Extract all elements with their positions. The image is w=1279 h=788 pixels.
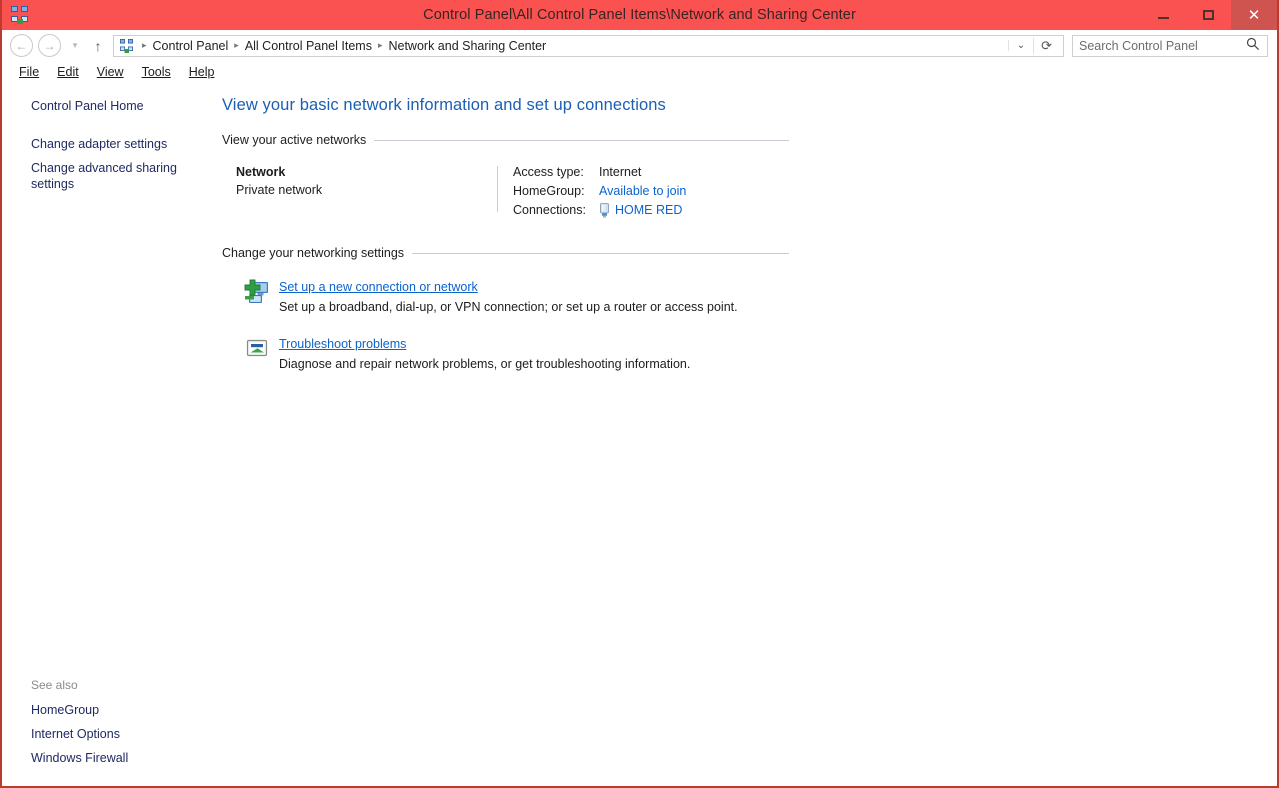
active-networks-heading-label: View your active networks bbox=[222, 133, 367, 147]
homegroup-link[interactable]: Available to join bbox=[599, 182, 686, 201]
network-adapter-icon bbox=[599, 203, 610, 218]
search-icon[interactable] bbox=[1246, 37, 1260, 54]
setting-new-connection: Set up a new connection or network Set u… bbox=[243, 278, 1277, 317]
access-type-label: Access type: bbox=[513, 165, 584, 179]
minimize-button[interactable] bbox=[1141, 0, 1186, 30]
refresh-icon[interactable]: ⟳ bbox=[1033, 37, 1059, 54]
homegroup-label: HomeGroup: bbox=[513, 184, 585, 198]
network-type: Private network bbox=[236, 183, 323, 197]
menu-tools-label: Tools bbox=[141, 64, 171, 79]
title-bar: Control Panel\All Control Panel Items\Ne… bbox=[2, 0, 1277, 30]
sidebar-item-internet-options[interactable]: Internet Options bbox=[2, 722, 177, 746]
explorer-window: Control Panel\All Control Panel Items\Ne… bbox=[0, 0, 1279, 788]
maximize-button[interactable] bbox=[1186, 0, 1231, 30]
networking-settings-heading: Change your networking settings bbox=[222, 246, 789, 260]
breadcrumb-control-panel-icon bbox=[119, 38, 135, 54]
new-connection-icon bbox=[243, 279, 271, 307]
sidebar: Control Panel Home Change adapter settin… bbox=[2, 82, 217, 784]
networking-settings-heading-label: Change your networking settings bbox=[222, 246, 405, 260]
breadcrumb-item-all-control-panel-items[interactable]: All Control Panel Items bbox=[242, 39, 375, 53]
main-panel: View your basic network information and … bbox=[217, 82, 1277, 784]
sidebar-item-control-panel-home[interactable]: Control Panel Home bbox=[2, 96, 177, 116]
breadcrumb-item-control-panel[interactable]: Control Panel bbox=[150, 39, 232, 53]
up-button[interactable]: ↑ bbox=[89, 38, 107, 54]
minimize-icon bbox=[1158, 17, 1169, 19]
see-also-title: See also bbox=[31, 678, 78, 692]
maximize-icon bbox=[1203, 10, 1214, 20]
recent-locations-button[interactable]: ▾ bbox=[67, 40, 83, 51]
menu-view[interactable]: View bbox=[88, 65, 133, 79]
forward-button[interactable]: → bbox=[38, 34, 61, 57]
breadcrumb-item-network-and-sharing-center[interactable]: Network and Sharing Center bbox=[385, 39, 549, 53]
address-bar: ← → ▾ ↑ ▸ Control Panel ▸ All Control Pa… bbox=[2, 30, 1277, 61]
page-title: View your basic network information and … bbox=[222, 96, 666, 114]
search-input[interactable] bbox=[1073, 37, 1246, 54]
active-network-summary[interactable]: Network Private network bbox=[222, 163, 497, 220]
menu-bar: File Edit View Tools Help bbox=[2, 61, 1277, 82]
sidebar-item-homegroup[interactable]: HomeGroup bbox=[2, 698, 177, 722]
content-area: Control Panel Home Change adapter settin… bbox=[2, 82, 1277, 784]
menu-edit[interactable]: Edit bbox=[48, 65, 88, 79]
menu-help[interactable]: Help bbox=[180, 65, 224, 79]
breadcrumb-separator-2[interactable]: ▸ bbox=[375, 40, 386, 51]
active-network-block: Network Private network Access type: Int… bbox=[222, 163, 789, 220]
breadcrumb-separator-0[interactable]: ▸ bbox=[139, 40, 150, 51]
menu-tools[interactable]: Tools bbox=[133, 65, 180, 79]
section-rule bbox=[412, 252, 789, 254]
setting-troubleshoot-texts: Troubleshoot problems Diagnose and repai… bbox=[271, 335, 690, 374]
menu-edit-label: Edit bbox=[57, 64, 79, 79]
sidebar-item-windows-firewall[interactable]: Windows Firewall bbox=[2, 746, 177, 770]
section-rule bbox=[374, 139, 789, 141]
sidebar-item-change-advanced-sharing-settings[interactable]: Change advanced sharing settings bbox=[2, 158, 177, 194]
connections-label: Connections: bbox=[513, 203, 586, 217]
access-type-value: Internet bbox=[599, 165, 642, 179]
breadcrumb[interactable]: ▸ Control Panel ▸ All Control Panel Item… bbox=[113, 34, 1064, 57]
search-box[interactable] bbox=[1072, 34, 1268, 57]
setting-new-connection-texts: Set up a new connection or network Set u… bbox=[271, 278, 738, 317]
control-panel-network-icon bbox=[9, 4, 31, 26]
troubleshoot-problems-link[interactable]: Troubleshoot problems bbox=[279, 335, 406, 353]
setup-new-connection-description: Set up a broadband, dial-up, or VPN conn… bbox=[279, 300, 738, 314]
see-also-section: See also HomeGroup Internet Options Wind… bbox=[2, 678, 217, 770]
active-network-details: Access type: Internet HomeGroup: Availab… bbox=[498, 163, 686, 220]
menu-file-label: File bbox=[19, 64, 40, 79]
menu-view-label: View bbox=[96, 64, 124, 79]
window-title: Control Panel\All Control Panel Items\Ne… bbox=[423, 7, 856, 23]
troubleshoot-problems-description: Diagnose and repair network problems, or… bbox=[279, 357, 691, 371]
connection-link[interactable]: HOME RED bbox=[615, 201, 682, 220]
close-button[interactable]: ✕ bbox=[1231, 0, 1277, 30]
connections-value-wrapper: HOME RED bbox=[599, 201, 686, 220]
menu-help-label: Help bbox=[188, 64, 215, 79]
forward-icon: → bbox=[43, 38, 56, 53]
back-button[interactable]: ← bbox=[10, 34, 33, 57]
active-networks-heading: View your active networks bbox=[222, 133, 789, 147]
troubleshoot-icon bbox=[243, 336, 271, 364]
setting-troubleshoot: Troubleshoot problems Diagnose and repai… bbox=[243, 335, 1277, 374]
network-name: Network bbox=[236, 165, 286, 179]
menu-file[interactable]: File bbox=[10, 65, 48, 79]
chevron-down-icon[interactable]: ⌄ bbox=[1007, 40, 1033, 51]
back-icon: ← bbox=[15, 38, 28, 53]
sidebar-item-change-adapter-settings[interactable]: Change adapter settings bbox=[2, 134, 177, 154]
breadcrumb-separator-1[interactable]: ▸ bbox=[231, 40, 242, 51]
close-icon: ✕ bbox=[1247, 6, 1261, 24]
setup-new-connection-link[interactable]: Set up a new connection or network bbox=[279, 278, 478, 296]
window-controls: ✕ bbox=[1141, 0, 1277, 30]
